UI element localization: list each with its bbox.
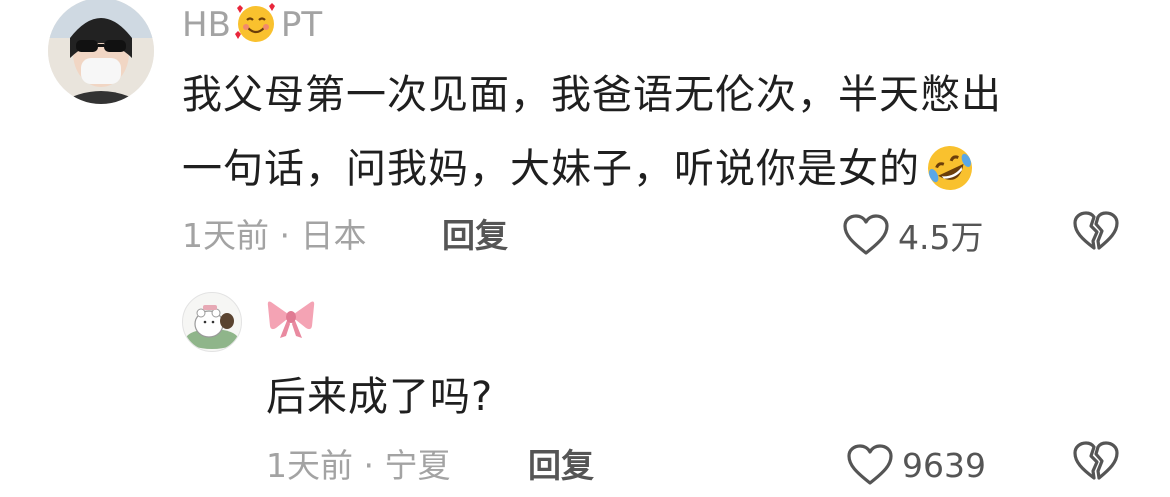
username-text: HB bbox=[182, 5, 231, 45]
broken-heart-icon bbox=[1073, 211, 1119, 250]
dislike-button[interactable] bbox=[1072, 210, 1122, 260]
ribbon-bow-icon bbox=[267, 301, 315, 338]
comment-username[interactable] bbox=[266, 296, 316, 340]
heart-icon bbox=[843, 214, 889, 255]
comment-item: HB PT 我父母第一次见面，我爸语无伦次，半天憋出 一句话，问我妈，大妹子，听… bbox=[0, 0, 1170, 270]
comment-text-line: 一句话，问我妈，大妹子，听说你是女的 bbox=[182, 132, 1142, 206]
comment-username[interactable]: HB PT bbox=[182, 2, 322, 45]
reply-comment-item: 后来成了吗? 1天前 · 宁夏 回复 9639 bbox=[0, 270, 1170, 497]
comment-meta: 1天前 · 日本 bbox=[182, 216, 367, 255]
username-text: PT bbox=[280, 5, 323, 45]
reply-button[interactable]: 回复 bbox=[442, 216, 508, 256]
smiling-face-with-hearts-icon bbox=[234, 3, 275, 42]
comment-text-span: 一句话，问我妈，大妹子，听说你是女的 bbox=[182, 146, 920, 192]
rolling-on-floor-laughing-icon bbox=[928, 146, 972, 190]
comment-meta: 1天前 · 宁夏 bbox=[266, 446, 451, 485]
comment-text[interactable]: 我父母第一次见面，我爸语无伦次，半天憋出 一句话，问我妈，大妹子，听说你是女的 bbox=[182, 58, 1142, 206]
like-button[interactable]: 4.5万 bbox=[842, 210, 983, 260]
comment-text[interactable]: 后来成了吗? bbox=[266, 360, 493, 434]
avatar[interactable] bbox=[48, 0, 154, 104]
heart-icon bbox=[847, 444, 893, 485]
like-count: 9639 bbox=[902, 445, 986, 485]
avatar[interactable] bbox=[182, 292, 242, 352]
like-count: 4.5万 bbox=[898, 218, 984, 257]
broken-heart-icon bbox=[1073, 441, 1119, 480]
avatar-image bbox=[48, 0, 154, 104]
avatar-image bbox=[183, 293, 241, 351]
comment-text-line: 我父母第一次见面，我爸语无伦次，半天憋出 bbox=[182, 72, 1002, 118]
dislike-button[interactable] bbox=[1072, 440, 1122, 490]
reply-button[interactable]: 回复 bbox=[528, 446, 594, 486]
like-button[interactable]: 9639 bbox=[846, 440, 986, 490]
